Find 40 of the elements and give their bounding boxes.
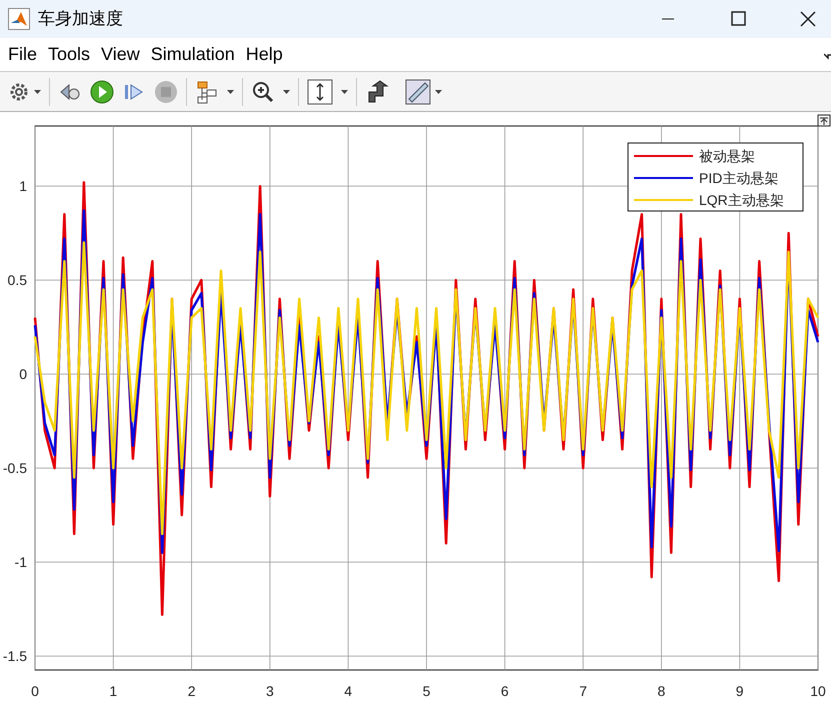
window-title: 车身加速度 <box>38 8 123 30</box>
menu-item[interactable]: Tools <box>44 41 94 68</box>
menu-item[interactable]: View <box>97 41 144 68</box>
menu-item[interactable]: Simulation <box>146 41 239 68</box>
block-diagram-icon[interactable] <box>195 80 219 104</box>
stop-icon[interactable] <box>154 80 178 104</box>
x-tick-label: 8 <box>658 683 666 699</box>
x-tick-label: 0 <box>31 683 39 699</box>
menu-item[interactable]: File <box>4 41 42 68</box>
y-tick-label: 0 <box>19 366 27 382</box>
caret-icon[interactable] <box>341 90 348 94</box>
caret-icon[interactable] <box>34 90 41 94</box>
fit-icon[interactable] <box>307 78 333 104</box>
x-tick-label: 1 <box>109 683 118 699</box>
undock-icon[interactable] <box>818 114 830 126</box>
ruler-icon[interactable] <box>405 78 431 104</box>
settings-icon[interactable] <box>8 80 30 102</box>
x-tick-label: 7 <box>579 683 587 699</box>
app-logo-icon <box>8 8 30 30</box>
legend-label: LQR主动悬架 <box>699 192 784 208</box>
zoom-icon[interactable] <box>251 80 275 104</box>
x-tick-label: 5 <box>422 683 430 699</box>
y-tick-label: 1 <box>19 178 27 194</box>
x-tick-label: 2 <box>188 683 196 699</box>
y-tick-label: -1 <box>14 554 27 570</box>
x-tick-label: 6 <box>500 683 509 699</box>
x-tick-label: 9 <box>736 683 744 699</box>
y-tick-label: -1.5 <box>2 648 27 664</box>
caret-icon[interactable] <box>283 90 290 94</box>
caret-icon[interactable] <box>435 90 442 94</box>
menu-item[interactable]: Help <box>242 41 287 68</box>
x-tick-label: 3 <box>266 683 274 699</box>
legend-label: 被动悬架 <box>699 148 755 164</box>
x-tick-label: 4 <box>344 683 352 699</box>
play-icon[interactable] <box>90 80 114 104</box>
caret-icon[interactable] <box>227 90 234 94</box>
x-tick-label: 10 <box>810 683 826 699</box>
y-tick-label: 0.5 <box>8 272 27 288</box>
legend-label: PID主动悬架 <box>699 170 778 186</box>
y-tick-label: -0.5 <box>2 460 27 476</box>
